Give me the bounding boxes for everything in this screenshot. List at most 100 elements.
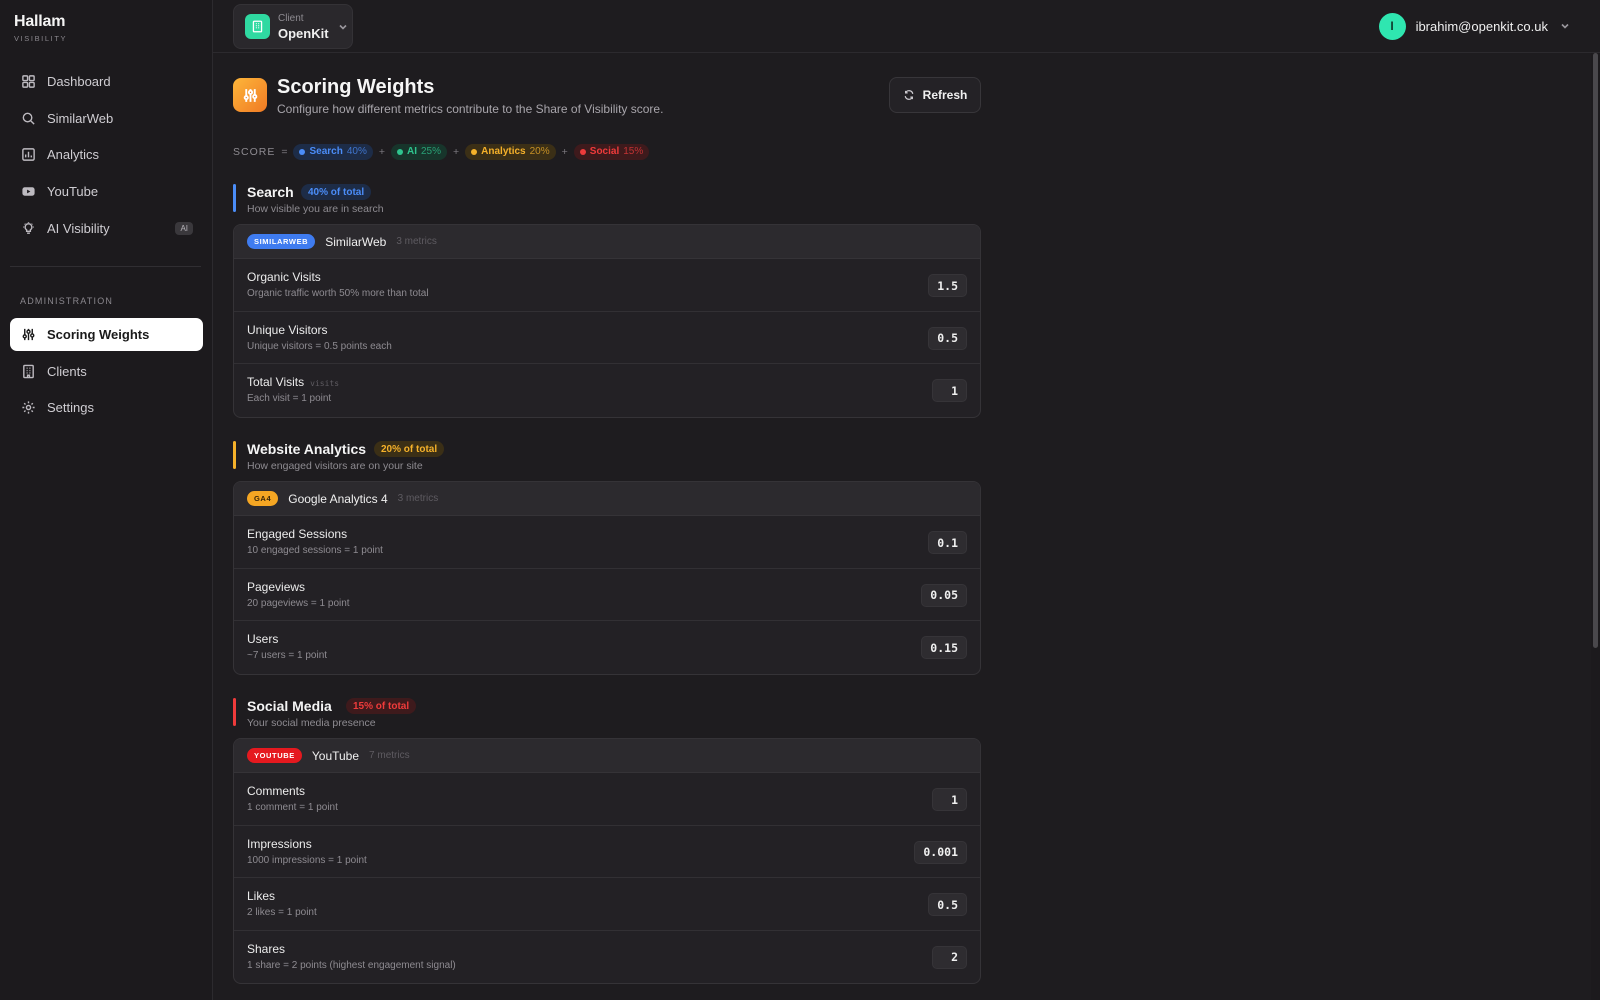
section-search: Search 40% of total How visible you are in… — [233, 184, 981, 418]
metrics-count: 3 metrics — [396, 236, 437, 247]
metrics-count: 3 metrics — [397, 493, 439, 504]
client-switcher[interactable]: Client OpenKit — [233, 4, 353, 49]
metric-row: Likes 2 likes = 1 point 0.5 — [234, 878, 980, 931]
brand-logo[interactable]: Hallam VISIBILITY — [14, 13, 67, 43]
search-icon — [21, 111, 36, 126]
dot-icon — [397, 148, 403, 155]
admin-nav: Scoring Weights Clients Settings — [10, 318, 203, 428]
metric-name: Total Visits — [247, 375, 305, 389]
section-title: Search — [247, 184, 294, 200]
nav-label: AI Visibility — [47, 220, 110, 236]
weight-input[interactable]: 0.1 — [928, 531, 967, 554]
metric-name-wrap: Organic Visits — [247, 270, 321, 284]
nav-item-analytics[interactable]: Analytics — [10, 138, 203, 171]
scroll-thumb[interactable] — [1593, 53, 1598, 648]
client-label: Client — [278, 12, 304, 24]
metric-description: 1 share = 2 points (highest engagement s… — [247, 959, 456, 971]
formula-equals: = — [281, 145, 288, 158]
source-tag: YOUTUBE — [247, 748, 302, 763]
source-tag: SIMILARWEB — [247, 234, 316, 249]
user-menu[interactable]: I ibrahim@openkit.co.uk — [1378, 12, 1570, 40]
source-card: YOUTUBE YouTube 7 metrics Comments 1 comment… — [233, 738, 981, 984]
section-accent — [233, 441, 236, 469]
user-email: ibrahim@openkit.co.uk — [1415, 18, 1548, 34]
dot-icon — [579, 148, 586, 155]
metric-name-wrap: Engaged Sessions — [247, 527, 347, 541]
weight-input[interactable]: 0.15 — [921, 636, 967, 659]
pill-name: Analytics — [481, 146, 526, 157]
nav-item-ai-visibility[interactable]: AI Visibility AI — [10, 212, 203, 245]
metric-name-wrap: Likes — [247, 889, 275, 903]
weight-input[interactable]: 1 — [932, 788, 967, 811]
main-nav: Dashboard SimilarWeb Analytics YouTube A… — [10, 65, 203, 248]
metric-name: Engaged Sessions — [247, 527, 348, 541]
section-badge: 40% of total — [301, 184, 372, 200]
section-accent — [233, 184, 236, 212]
brand-name: Hallam — [14, 13, 66, 30]
nav-label: Scoring Weights — [47, 327, 150, 342]
metric-row: Pageviews 20 pageviews = 1 point 0.05 — [234, 569, 980, 621]
weight-input[interactable]: 0.5 — [928, 326, 967, 350]
section-header: Search 40% of total How visible you are in… — [233, 184, 981, 224]
weight-input[interactable]: 0.5 — [928, 893, 967, 916]
brand-subtitle: VISIBILITY — [14, 34, 68, 43]
metric-description: 20 pageviews = 1 point — [247, 597, 350, 609]
metric-name: Organic Visits — [247, 270, 321, 284]
weight-input[interactable]: 2 — [932, 945, 967, 969]
weight-input[interactable]: 0.05 — [921, 583, 967, 607]
nav-label: Clients — [47, 363, 87, 379]
metric-description: ~7 users = 1 point — [247, 650, 328, 661]
formula-pill-analytics: Analytics 20% — [465, 143, 556, 160]
section-description: How engaged visitors are on your site — [247, 460, 423, 472]
weight-input[interactable]: 1.5 — [928, 274, 967, 297]
topbar: Client OpenKit I ibrahim@openkit.co.uk — [213, 0, 1600, 53]
bar-chart-icon — [21, 147, 36, 162]
weight-input[interactable]: 0.001 — [914, 840, 967, 864]
metric-name: Comments — [247, 784, 306, 798]
formula-label: SCORE — [233, 145, 276, 158]
metric-description: 10 engaged sessions = 1 point — [247, 545, 383, 556]
source-tag: GA4 — [247, 491, 279, 506]
source-header: YOUTUBE YouTube 7 metrics — [234, 739, 980, 773]
nav-item-scoring-weights[interactable]: Scoring Weights — [10, 318, 203, 351]
nav-item-dashboard[interactable]: Dashboard — [10, 65, 203, 98]
sliders-icon — [233, 78, 267, 112]
metric-description: 1000 impressions = 1 point — [247, 854, 367, 866]
pill-name: AI — [407, 146, 417, 157]
section-description: Your social media presence — [247, 717, 376, 729]
dot-icon — [471, 148, 478, 155]
pill-name: Social — [589, 146, 620, 157]
metric-name: Pageviews — [247, 579, 306, 594]
source-name: SimilarWeb — [325, 234, 387, 249]
source-header: GA4 Google Analytics 4 3 metrics — [234, 482, 980, 516]
gear-icon — [21, 400, 36, 415]
grid-icon — [21, 74, 36, 89]
chevron-down-icon — [338, 24, 347, 30]
metric-description: Unique visitors = 0.5 points each — [247, 340, 392, 352]
metric-row: Total Visits visits Each visit = 1 point 1 — [234, 364, 980, 417]
scrollbar[interactable] — [1591, 53, 1600, 1000]
nav-item-similarweb[interactable]: SimilarWeb — [10, 102, 203, 135]
metrics-count: 7 metrics — [369, 750, 410, 761]
nav-item-clients[interactable]: Clients — [10, 355, 203, 388]
youtube-icon — [21, 184, 36, 199]
nav-item-youtube[interactable]: YouTube — [10, 175, 203, 208]
section-header: Website Analytics 20% of total How engaged… — [233, 441, 981, 481]
source-header: SIMILARWEB SimilarWeb 3 metrics — [234, 225, 980, 259]
pill-pct: 15% — [623, 146, 644, 157]
nav-label: YouTube — [47, 184, 99, 200]
section-badge: 15% of total — [346, 698, 417, 714]
formula-pill-search: Search 40% — [293, 143, 373, 160]
source-name: Google Analytics 4 — [288, 491, 388, 506]
sidebar: Hallam VISIBILITY Dashboard SimilarWeb A… — [0, 0, 213, 1000]
refresh-button[interactable]: Refresh — [889, 77, 981, 113]
nav-item-settings[interactable]: Settings — [10, 391, 203, 424]
formula-plus: + — [453, 145, 460, 158]
weight-input[interactable]: 1 — [932, 379, 967, 402]
building-icon — [21, 364, 36, 379]
sliders-icon — [21, 327, 36, 342]
formula-pill-ai: AI 25% — [391, 143, 448, 160]
metric-name: Unique Visitors — [247, 322, 328, 337]
source-card: SIMILARWEB SimilarWeb 3 metrics Organic Vis… — [233, 224, 981, 418]
page-subtitle: Configure how different metrics contribu… — [277, 102, 664, 116]
